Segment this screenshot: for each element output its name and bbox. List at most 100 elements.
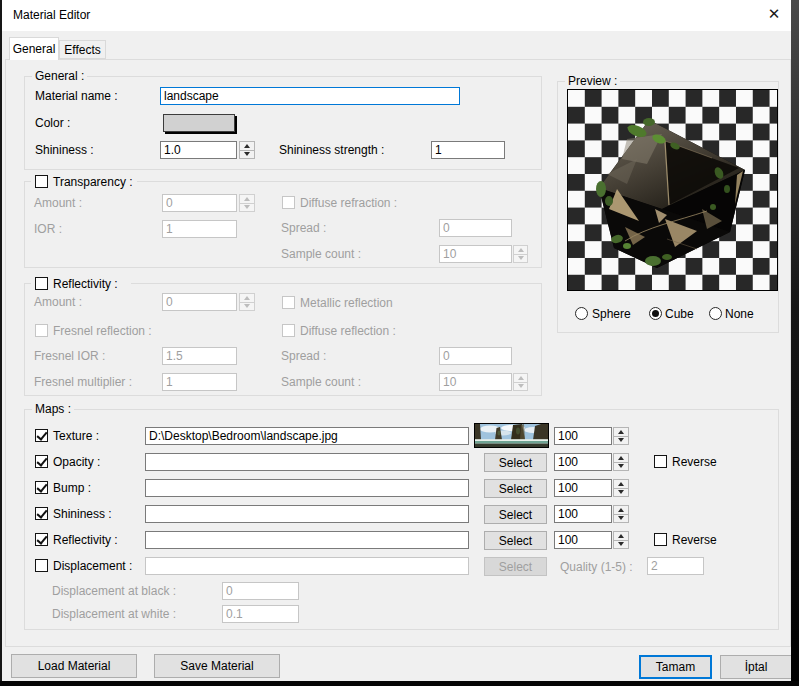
transparency-sample-count-spinner [513,245,528,263]
fresnel-multiplier-input[interactable]: 1 [162,373,237,391]
material-editor-dialog: Material Editor ✕ General Effects Genera… [0,0,791,681]
reflectivity-map-path-input[interactable] [145,531,469,549]
group-preview-legend: Preview : [565,74,620,88]
quality-label: Quality (1-5) : [560,560,633,574]
transparency-amount-input[interactable]: 0 [162,194,237,212]
texture-label: Texture : [53,429,99,443]
transparency-checkbox[interactable] [35,175,48,188]
shininess-map-path-input[interactable] [145,505,469,523]
shininess-strength-input[interactable]: 1 [431,141,505,159]
cancel-button[interactable]: İptal [720,655,792,679]
opacity-reverse-label: Reverse [672,455,717,469]
material-name-label: Material name : [35,89,118,103]
load-material-button[interactable]: Load Material [11,654,137,678]
bump-checkbox[interactable] [35,481,48,494]
opacity-reverse-checkbox[interactable] [654,455,667,468]
group-general-legend: General : [32,69,87,83]
texture-amount-spinner[interactable] [613,427,629,445]
radio-cube-label: Cube [665,307,694,321]
texture-path-input[interactable]: D:\Desktop\Bedroom\landscape.jpg [145,427,469,445]
reflectivity-amount-label: Amount : [34,295,82,309]
texture-thumbnail[interactable] [474,423,549,448]
reflectivity-spread-input[interactable]: 0 [439,347,512,365]
texture-amount-input[interactable]: 100 [554,427,612,445]
opacity-amount-spinner[interactable] [613,453,629,471]
transparency-spread-label: Spread : [281,221,326,235]
quality-input[interactable]: 2 [647,557,704,575]
transparency-amount-label: Amount : [34,196,82,210]
opacity-path-input[interactable] [145,453,469,471]
displacement-select-button[interactable]: Select [484,557,547,576]
transparency-sample-count-input[interactable]: 10 [439,245,512,263]
preview-cube-render [567,89,778,291]
ior-input[interactable]: 1 [162,220,237,238]
reflectivity-amount-spinner [239,293,255,311]
radio-cube[interactable] [649,307,662,320]
shininess-label: Shininess : [35,143,94,157]
ok-button[interactable]: Tamam [639,655,712,679]
shininess-spinner[interactable] [239,141,255,159]
reflectivity-map-checkbox[interactable] [35,533,48,546]
fresnel-reflection-label: Fresnel reflection : [53,324,152,338]
reflectivity-map-label: Reflectivity : [53,533,118,547]
spin-down-icon[interactable] [239,150,255,160]
displacement-checkbox[interactable] [35,559,48,572]
reflectivity-label: Reflectivity : [53,277,118,291]
save-material-button[interactable]: Save Material [154,654,280,678]
metallic-reflection-checkbox[interactable] [282,296,295,309]
tab-general[interactable]: General [9,37,59,60]
reflectivity-map-amount-input[interactable]: 100 [554,531,612,549]
diffuse-refraction-checkbox[interactable] [282,196,295,209]
transparency-label: Transparency : [53,175,133,189]
group-maps-legend: Maps : [32,402,74,416]
texture-checkbox[interactable] [35,429,48,442]
reflectivity-sample-count-spinner [513,373,528,391]
shininess-input[interactable]: 1.0 [160,141,237,159]
metallic-reflection-label: Metallic reflection [300,296,393,310]
shininess-map-select-button[interactable]: Select [484,505,547,524]
diffuse-reflection-checkbox[interactable] [282,324,295,337]
color-label: Color : [35,116,70,130]
diffuse-refraction-label: Diffuse refraction : [300,196,397,210]
opacity-select-button[interactable]: Select [484,453,547,472]
reflectivity-reverse-checkbox[interactable] [654,533,667,546]
bump-label: Bump : [53,481,91,495]
bump-amount-input[interactable]: 100 [554,479,612,497]
fresnel-reflection-checkbox[interactable] [35,324,48,337]
diffuse-reflection-label: Diffuse reflection : [300,324,396,338]
displacement-black-input[interactable]: 0 [222,582,299,600]
bump-path-input[interactable] [145,479,469,497]
displacement-black-label: Displacement at black : [52,584,176,598]
shininess-map-amount-spinner[interactable] [613,505,629,523]
material-name-input[interactable]: landscape [160,87,460,105]
displacement-white-input[interactable]: 0.1 [222,605,299,623]
opacity-checkbox[interactable] [35,455,48,468]
opacity-amount-input[interactable]: 100 [554,453,612,471]
transparency-spread-input[interactable]: 0 [439,219,512,237]
bump-amount-spinner[interactable] [613,479,629,497]
reflectivity-sample-count-input[interactable]: 10 [439,373,512,391]
shininess-map-checkbox[interactable] [35,507,48,520]
shininess-map-amount-input[interactable]: 100 [554,505,612,523]
reflectivity-spread-label: Spread : [281,349,326,363]
tab-effects[interactable]: Effects [59,40,106,59]
reflectivity-map-select-button[interactable]: Select [484,531,547,550]
reflectivity-amount-input[interactable]: 0 [162,293,237,311]
close-button[interactable]: ✕ [759,0,789,28]
fresnel-multiplier-label: Fresnel multiplier : [34,375,132,389]
reflectivity-map-amount-spinner[interactable] [613,531,629,549]
shininess-map-label: Shininess : [53,507,112,521]
radio-sphere[interactable] [575,307,588,320]
fresnel-ior-input[interactable]: 1.5 [162,347,237,365]
displacement-path-input[interactable] [145,557,469,575]
radio-none[interactable] [709,307,722,320]
window-title: Material Editor [13,8,90,22]
displacement-white-label: Displacement at white : [52,607,176,621]
reflectivity-reverse-label: Reverse [672,533,717,547]
displacement-label: Displacement : [53,559,132,573]
ior-label: IOR : [34,222,62,236]
bump-select-button[interactable]: Select [484,479,547,498]
reflectivity-checkbox[interactable] [35,277,48,290]
title-bar: Material Editor ✕ [2,0,791,31]
color-swatch-button[interactable] [163,114,235,132]
